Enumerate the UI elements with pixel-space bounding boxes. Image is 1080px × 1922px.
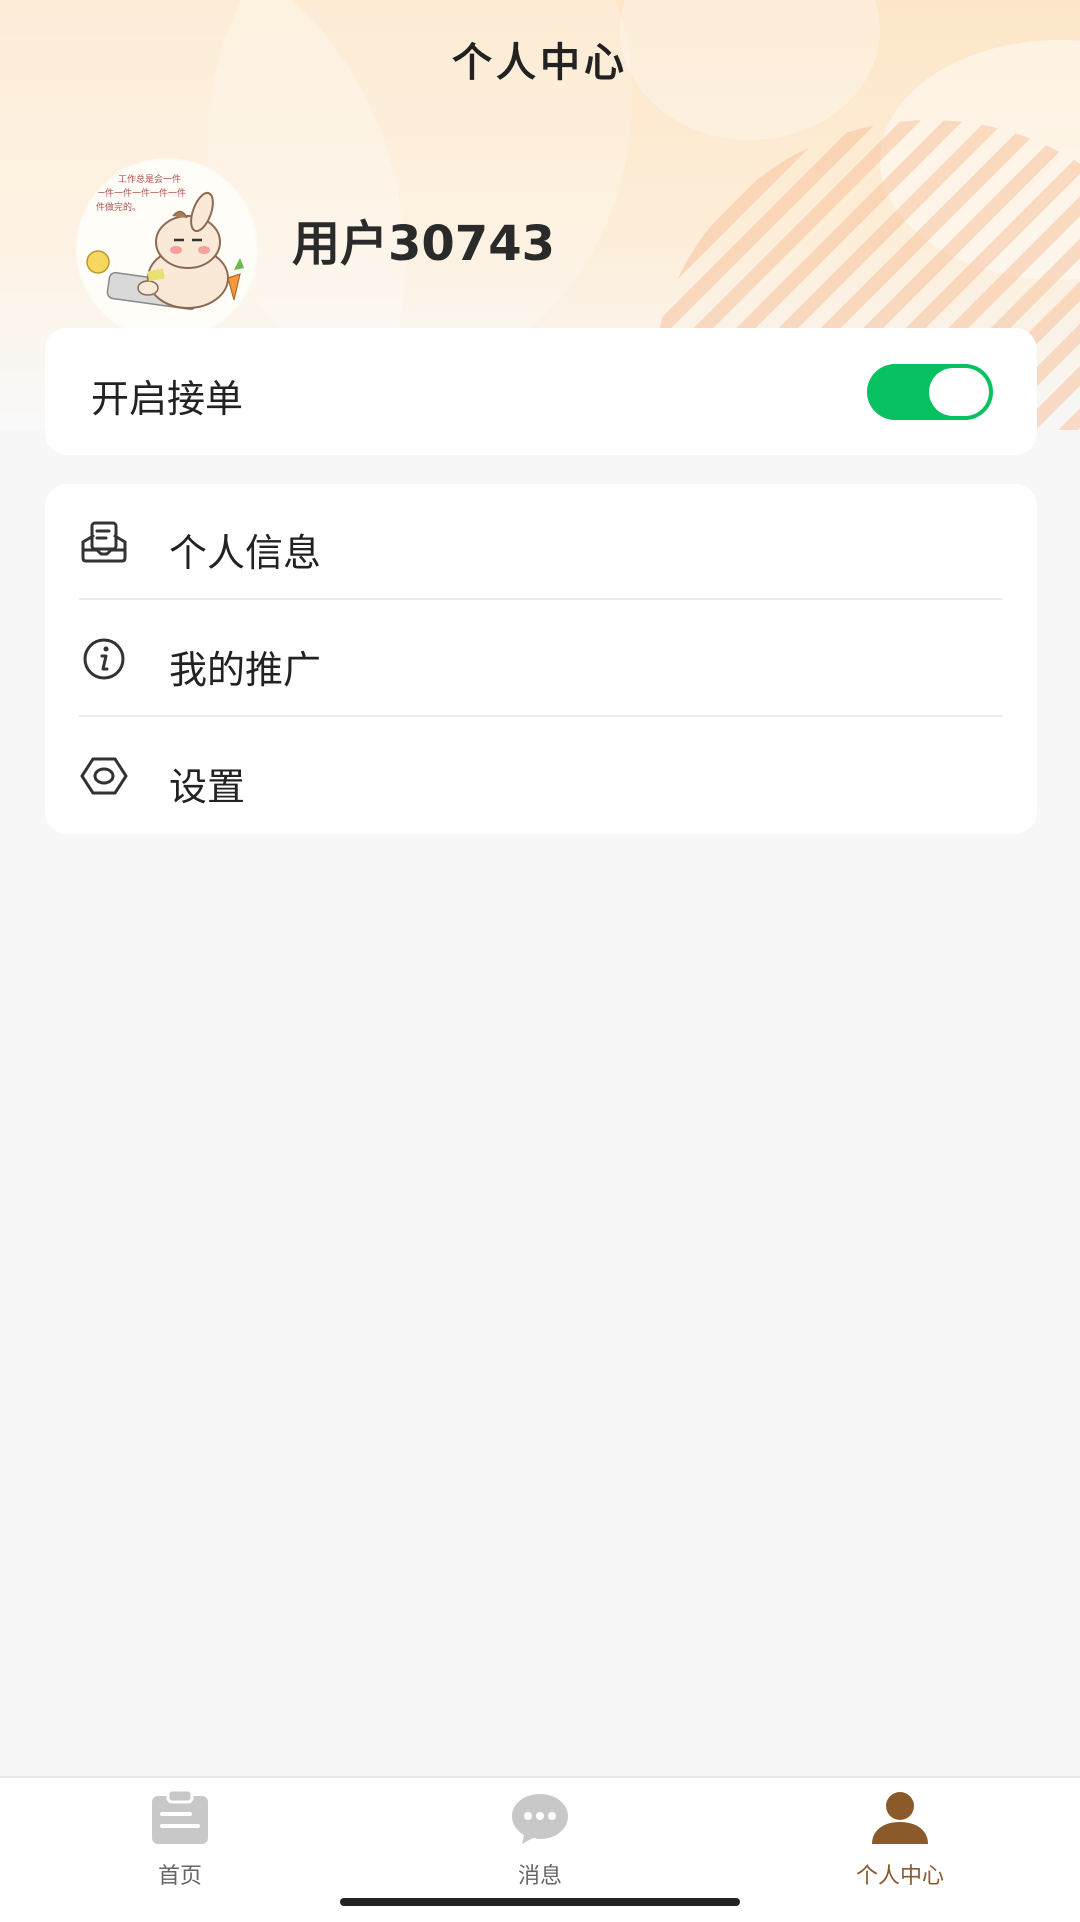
order-toggle-card: 开启接单 [45, 328, 1037, 455]
avatar-caption-line: 一件一件一件一件一件 [96, 187, 186, 199]
personal-info-icon [81, 521, 127, 563]
tab-label: 个人中心 [855, 1864, 944, 1889]
info-circle-icon [83, 638, 125, 680]
avatar[interactable]: 工作总是会一件 一件一件一件一件一件 件做完的。 [78, 160, 256, 338]
menu-divider [79, 715, 1003, 717]
menu-item-label: 设置 [169, 765, 246, 809]
order-toggle-switch[interactable] [867, 364, 993, 420]
menu-item-settings[interactable]: 设置 [45, 718, 1037, 834]
tab-label: 首页 [157, 1864, 202, 1889]
person-icon [872, 1792, 928, 1844]
avatar-caption-line: 件做完的。 [96, 201, 141, 213]
menu-item-personal-info[interactable]: 个人信息 [45, 484, 1037, 600]
switch-knob [929, 368, 989, 416]
chat-bubble-icon [512, 1794, 568, 1844]
menu-item-label: 个人信息 [169, 531, 322, 575]
tab-label: 消息 [517, 1864, 562, 1889]
menu-item-label: 我的推广 [169, 648, 322, 692]
tab-messages[interactable]: 消息 [440, 1790, 640, 1900]
rabbit-avatar-icon: 工作总是会一件 一件一件一件一件一件 件做完的。 [78, 160, 256, 338]
menu-card: 个人信息 我的推广 设置 [45, 484, 1037, 834]
menu-item-my-promotion[interactable]: 我的推广 [45, 601, 1037, 717]
page-title: 个人中心 [452, 40, 628, 86]
username: 用户30743 [292, 216, 555, 272]
tab-profile[interactable]: 个人中心 [800, 1790, 1000, 1900]
order-toggle-label: 开启接单 [91, 377, 244, 421]
settings-hexagon-icon [80, 757, 128, 795]
menu-divider [79, 598, 1003, 600]
tab-home[interactable]: 首页 [80, 1790, 280, 1900]
clipboard-icon [152, 1790, 208, 1844]
home-indicator [340, 1898, 740, 1906]
avatar-caption-line: 工作总是会一件 [118, 173, 181, 185]
